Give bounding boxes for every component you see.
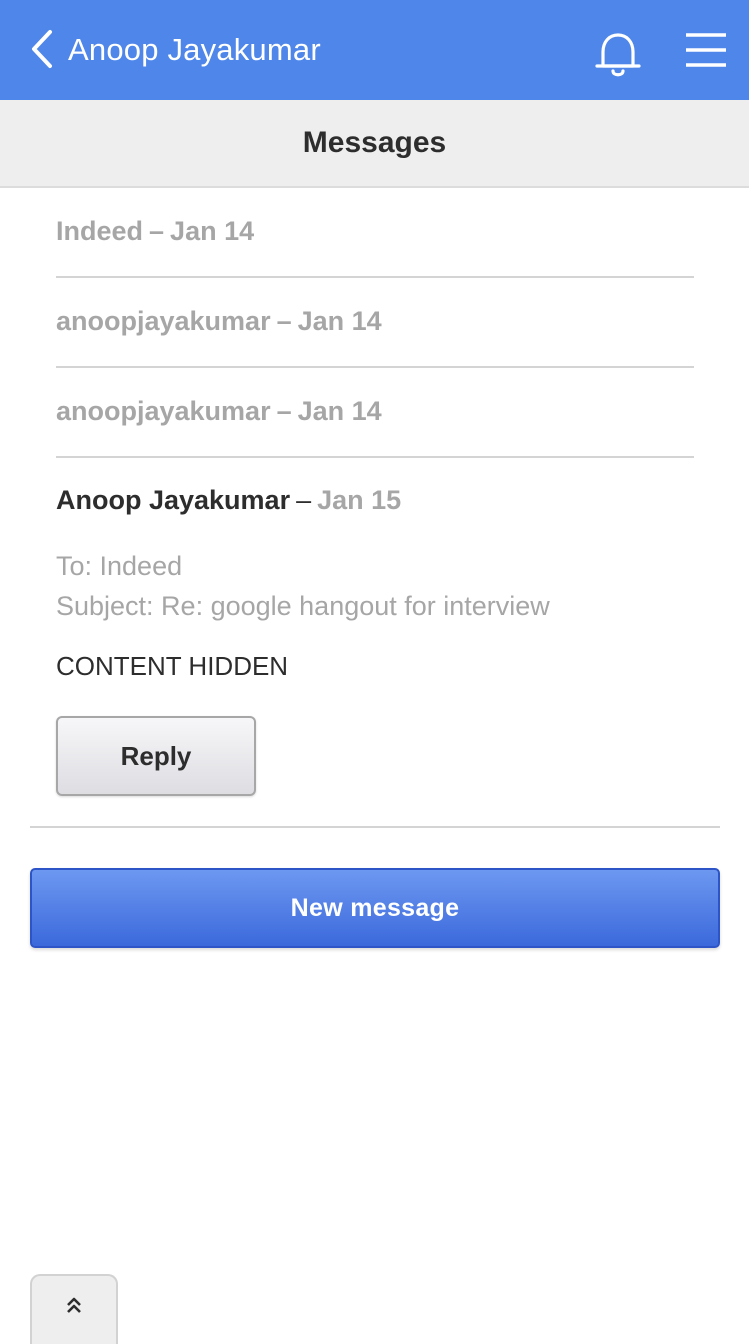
message-date: Jan 14 — [297, 306, 382, 336]
page-title: Messages — [302, 126, 447, 159]
message-summary: anoopjayakumar – Jan 14 — [56, 306, 382, 337]
scroll-to-top-button[interactable] — [30, 1274, 118, 1344]
message-body: CONTENT HIDDEN — [56, 651, 289, 681]
separator: – — [276, 306, 292, 336]
message-sender: anoopjayakumar — [56, 396, 271, 426]
contact-name-title: Anoop Jayakumar — [68, 32, 321, 67]
message-item[interactable]: anoopjayakumar – Jan 14 — [56, 368, 694, 458]
message-summary: anoopjayakumar – Jan 14 — [56, 396, 382, 427]
new-message-button[interactable]: New message — [30, 868, 720, 948]
separator: – — [296, 485, 312, 515]
message-date: Jan 14 — [297, 396, 382, 426]
separator: – — [149, 216, 165, 246]
divider — [30, 826, 720, 828]
separator: – — [276, 396, 292, 426]
messages-header: Messages — [0, 100, 749, 188]
message-recipient: To: Indeed — [56, 551, 183, 581]
hamburger-menu-icon[interactable] — [684, 32, 728, 68]
reply-button[interactable]: Reply — [56, 716, 256, 796]
message-item[interactable]: anoopjayakumar – Jan 14 — [56, 278, 694, 368]
message-date: Jan 14 — [170, 216, 255, 246]
expanded-message-header: Anoop Jayakumar – Jan 15 — [56, 485, 401, 516]
double-chevron-up-icon — [67, 1297, 81, 1313]
bell-icon[interactable] — [594, 28, 642, 80]
message-sender: anoopjayakumar — [56, 306, 271, 336]
message-date: Jan 15 — [317, 485, 402, 515]
message-item[interactable]: Indeed – Jan 14 — [56, 188, 694, 278]
message-summary: Indeed – Jan 14 — [56, 216, 254, 247]
chevron-left-icon[interactable] — [28, 28, 56, 70]
message-sender: Indeed — [56, 216, 144, 246]
message-subject: Subject: Re: google hangout for intervie… — [56, 591, 550, 621]
top-app-bar: Anoop Jayakumar — [0, 0, 749, 100]
message-sender: Anoop Jayakumar — [56, 485, 291, 515]
